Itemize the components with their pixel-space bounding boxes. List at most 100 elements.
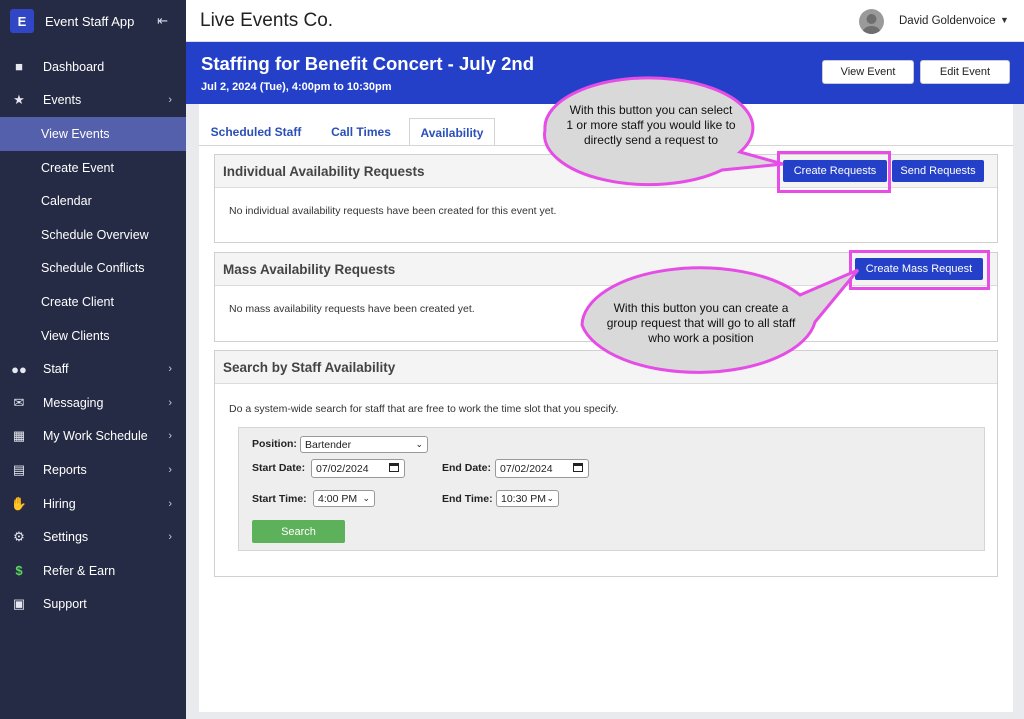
tab-call-times[interactable]: Call Times — [317, 118, 405, 146]
sidebar-item-my-work-schedule[interactable]: ▦ My Work Schedule › — [0, 420, 186, 454]
start-date-label: Start Date: — [252, 462, 306, 474]
chevron-right-icon: › — [168, 396, 172, 409]
sidebar-item-label: Support — [43, 597, 87, 612]
hand-icon: ✋ — [10, 495, 28, 511]
tab-availability[interactable]: Availability — [409, 118, 495, 146]
event-banner: Staffing for Benefit Concert - July 2nd … — [186, 42, 1024, 104]
callout-line: With this button you can create a — [613, 301, 789, 315]
sidebar-item-label: View Clients — [41, 328, 110, 343]
company-name: Live Events Co. — [200, 10, 334, 31]
callout-line: who work a position — [648, 331, 754, 345]
user-name[interactable]: David Goldenvoice — [899, 15, 996, 27]
sidebar-item-refer-earn[interactable]: $ Refer & Earn — [0, 554, 186, 588]
chevron-down-icon: ⌄ — [362, 493, 370, 503]
sidebar-item-calendar[interactable]: Calendar — [0, 184, 186, 218]
chevron-right-icon: › — [168, 94, 172, 107]
sidebar-item-label: Staff — [43, 362, 69, 377]
user-silhouette-icon — [862, 14, 881, 34]
search-button[interactable]: Search — [252, 520, 345, 543]
position-select[interactable]: Bartender ⌄ — [300, 436, 428, 453]
chevron-down-icon: ⌄ — [415, 439, 423, 449]
sidebar-item-hiring[interactable]: ✋ Hiring › — [0, 487, 186, 521]
search-form: Position: Bartender ⌄ Start Date: 07/02/… — [238, 427, 985, 551]
callout-line: group request that will go to all staff — [606, 316, 796, 330]
brand: E Event Staff App ⇤ — [0, 0, 186, 42]
start-date-value: 07/02/2024 — [316, 462, 369, 475]
chart-icon: ▤ — [12, 461, 26, 477]
sidebar-item-messaging[interactable]: ✉ Messaging › — [0, 386, 186, 420]
sidebar-item-schedule-overview[interactable]: Schedule Overview — [0, 218, 186, 252]
empty-message: No mass availability requests have been … — [229, 303, 475, 315]
caret-down-icon[interactable]: ▼ — [1000, 15, 1009, 25]
sidebar-item-schedule-conflicts[interactable]: Schedule Conflicts — [0, 252, 186, 286]
sidebar-item-label: Refer & Earn — [43, 563, 116, 578]
sidebar-item-view-clients[interactable]: View Clients — [0, 319, 186, 353]
sidebar-item-label: Events — [43, 93, 82, 108]
end-date-input[interactable]: 07/02/2024 — [495, 459, 589, 478]
start-time-select[interactable]: 4:00 PM ⌄ — [313, 490, 375, 507]
sidebar-item-label: Schedule Overview — [41, 227, 149, 242]
end-date-value: 07/02/2024 — [500, 462, 553, 475]
sidebar-item-label: My Work Schedule — [43, 429, 148, 444]
sidebar-item-staff[interactable]: ●● Staff › — [0, 352, 186, 386]
sidebar-item-reports[interactable]: ▤ Reports › — [0, 453, 186, 487]
sidebar-item-view-events[interactable]: View Events — [0, 117, 186, 151]
sidebar-item-label: Calendar — [41, 194, 92, 209]
search-availability-card: Search by Staff Availability Do a system… — [214, 350, 998, 577]
chevron-right-icon: › — [168, 463, 172, 476]
edit-event-button[interactable]: Edit Event — [920, 60, 1010, 84]
sidebar-item-events[interactable]: ★ Events › — [0, 84, 186, 118]
calendar-icon[interactable] — [573, 463, 583, 472]
card-title: Individual Availability Requests — [223, 164, 425, 179]
sidebar-item-support[interactable]: ▣ Support — [0, 588, 186, 622]
main-content: Scheduled Staff Call Times Availability … — [199, 104, 1013, 712]
sidebar-item-settings[interactable]: ⚙ Settings › — [0, 520, 186, 554]
callout-line: directly send a request to — [583, 133, 719, 147]
sidebar-item-label: Hiring — [43, 496, 76, 511]
sidebar-item-label: View Events — [41, 126, 110, 141]
start-date-input[interactable]: 07/02/2024 — [311, 459, 405, 478]
end-time-select[interactable]: 10:30 PM ⌄ — [496, 490, 559, 507]
calendar-icon[interactable] — [389, 463, 399, 472]
sidebar-nav: ■ Dashboard ★ Events › View Events Creat… — [0, 50, 186, 621]
card-title: Search by Staff Availability — [223, 360, 396, 375]
search-description: Do a system-wide search for staff that a… — [229, 403, 619, 415]
tab-scheduled-staff[interactable]: Scheduled Staff — [199, 118, 313, 146]
sidebar-item-create-client[interactable]: Create Client — [0, 285, 186, 319]
collapse-sidebar-icon[interactable]: ⇤ — [157, 13, 168, 29]
callout-text-1: With this button you can select 1 or mor… — [553, 103, 749, 148]
callout-line: With this button you can select — [569, 103, 733, 117]
chevron-right-icon: › — [168, 430, 172, 443]
view-event-button[interactable]: View Event — [822, 60, 914, 84]
support-icon: ▣ — [12, 596, 26, 612]
card-header: Search by Staff Availability — [215, 351, 997, 384]
chevron-right-icon: › — [168, 363, 172, 376]
end-time-label: End Time: — [442, 493, 493, 505]
sidebar-item-label: Create Event — [41, 160, 114, 175]
sidebar-item-label: Settings — [43, 530, 89, 545]
sidebar-item-label: Reports — [43, 462, 87, 477]
sidebar-item-dashboard[interactable]: ■ Dashboard — [0, 50, 186, 84]
sidebar-item-label: Create Client — [41, 294, 114, 309]
end-date-label: End Date: — [442, 462, 492, 474]
chevron-right-icon: › — [168, 497, 172, 510]
sidebar-item-label: Messaging — [43, 395, 104, 410]
send-requests-button[interactable]: Send Requests — [892, 160, 984, 182]
callout-line: 1 or more staff you would like to — [566, 118, 736, 132]
sidebar-item-label: Schedule Conflicts — [41, 261, 145, 276]
event-date: Jul 2, 2024 (Tue), 4:00pm to 10:30pm — [201, 81, 392, 93]
page-title: Staffing for Benefit Concert - July 2nd — [201, 53, 535, 74]
sidebar-item-create-event[interactable]: Create Event — [0, 151, 186, 185]
sidebar-item-label: Dashboard — [43, 59, 105, 74]
callout-text-2: With this button you can create a group … — [588, 301, 814, 346]
top-header: Live Events Co. David Goldenvoice ▼ — [186, 0, 1024, 42]
highlight-create-requests — [777, 151, 891, 193]
star-icon: ★ — [13, 92, 25, 108]
position-value: Bartender — [305, 438, 352, 451]
avatar[interactable] — [859, 9, 884, 34]
chevron-right-icon: › — [168, 531, 172, 544]
envelope-icon: ✉ — [13, 394, 25, 410]
app-logo: E — [10, 9, 34, 33]
card-title: Mass Availability Requests — [223, 262, 396, 277]
start-time-value: 4:00 PM — [318, 492, 358, 505]
